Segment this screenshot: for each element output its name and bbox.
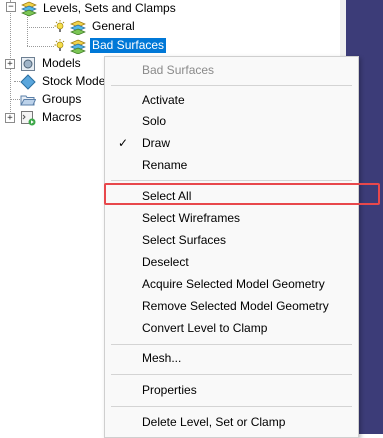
menu-item-acquire-geometry[interactable]: Acquire Selected Model Geometry: [105, 274, 358, 294]
tree-item-label: General: [92, 19, 135, 33]
macro-icon: [20, 110, 36, 126]
tree-item-label: Models: [42, 56, 81, 70]
tree-connector-line: [10, 99, 20, 100]
context-menu: Bad Surfaces Activate Solo ✓ Draw Rename…: [104, 56, 359, 438]
tree-item-label: Stock Mode: [42, 74, 106, 88]
tree-item-label: Levels, Sets and Clamps: [43, 1, 176, 15]
tree-item-bad-surfaces[interactable]: Bad Surfaces: [54, 37, 167, 54]
menu-item-solo[interactable]: Solo: [105, 111, 358, 131]
layer-stack-icon: [70, 38, 86, 54]
menu-item-draw[interactable]: ✓ Draw: [105, 133, 358, 153]
tree-connector-line: [27, 27, 54, 28]
menu-item-label: Rename: [142, 158, 188, 172]
menu-item-label: Mesh...: [142, 351, 182, 365]
menu-item-label: Draw: [142, 136, 171, 150]
tree-item-label: Macros: [42, 110, 82, 124]
menu-item-delete[interactable]: Delete Level, Set or Clamp: [105, 412, 358, 432]
folder-icon: [20, 92, 37, 108]
tree-item-levels-sets-clamps[interactable]: − Levels, Sets and Clamps: [3, 0, 178, 17]
collapse-icon[interactable]: −: [6, 2, 16, 12]
tree-item-macros[interactable]: + Macros: [3, 109, 83, 126]
menu-separator: [111, 406, 352, 407]
menu-item-remove-geometry[interactable]: Remove Selected Model Geometry: [105, 296, 358, 316]
menu-item-select-wireframes[interactable]: Select Wireframes: [105, 208, 358, 228]
tree-item-general[interactable]: General: [54, 18, 137, 35]
menu-header-label: Bad Surfaces: [142, 63, 215, 77]
tree-item-label: Bad Surfaces: [90, 38, 167, 53]
menu-item-label: Select Surfaces: [142, 233, 227, 247]
menu-separator: [111, 374, 352, 375]
menu-item-activate[interactable]: Activate: [105, 90, 358, 110]
menu-item-label: Remove Selected Model Geometry: [142, 299, 329, 313]
menu-separator: [111, 180, 352, 181]
tree-item-models[interactable]: + Models: [3, 55, 83, 72]
menu-item-label: Activate: [142, 93, 185, 107]
tree-connector-line: [27, 14, 28, 46]
tree-item-groups[interactable]: Groups: [20, 91, 83, 108]
light-bulb-icon: [54, 38, 70, 54]
tree-connector-line: [27, 46, 54, 47]
menu-separator: [111, 344, 352, 345]
layer-stack-icon: [70, 19, 86, 35]
menu-separator: [111, 85, 352, 86]
stock-model-icon: [20, 73, 36, 90]
menu-item-label: Deselect: [142, 255, 189, 269]
light-bulb-icon: [54, 19, 70, 35]
menu-item-label: Properties: [142, 383, 197, 397]
menu-header: Bad Surfaces: [105, 60, 358, 80]
menu-item-label: Convert Level to Clamp: [142, 321, 268, 335]
menu-item-label: Select Wireframes: [142, 211, 241, 225]
levels-icon: [21, 1, 37, 17]
menu-item-mesh[interactable]: Mesh...: [105, 348, 358, 368]
checkmark-icon: ✓: [118, 136, 129, 150]
menu-item-label: Solo: [142, 114, 167, 128]
expand-icon[interactable]: +: [5, 59, 15, 69]
models-icon: [20, 56, 36, 72]
tree-item-stock-model[interactable]: Stock Mode: [20, 73, 107, 90]
menu-item-deselect[interactable]: Deselect: [105, 252, 358, 272]
highlight-annotation: [104, 183, 380, 205]
menu-item-rename[interactable]: Rename: [105, 155, 358, 175]
menu-item-select-surfaces[interactable]: Select Surfaces: [105, 230, 358, 250]
tree-item-label: Groups: [42, 92, 82, 106]
expand-icon[interactable]: +: [5, 113, 15, 123]
menu-item-label: Acquire Selected Model Geometry: [142, 277, 325, 291]
menu-item-convert-to-clamp[interactable]: Convert Level to Clamp: [105, 318, 358, 338]
menu-item-label: Delete Level, Set or Clamp: [142, 415, 286, 429]
menu-item-properties[interactable]: Properties: [105, 380, 358, 400]
